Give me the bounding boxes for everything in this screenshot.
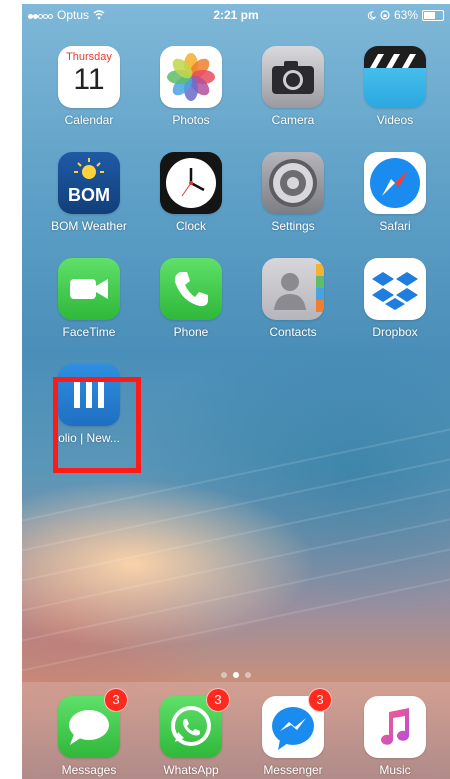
calendar-date: 11 xyxy=(73,63,105,96)
battery-icon xyxy=(422,9,444,21)
status-right: 63% xyxy=(367,8,444,22)
app-bom-weather[interactable]: BOM BOM Weather xyxy=(44,152,134,233)
app-label: Contacts xyxy=(269,325,317,339)
dropbox-icon xyxy=(364,258,426,320)
dock-app-messages[interactable]: 3 Messages xyxy=(44,688,134,777)
battery-percent: 63% xyxy=(393,8,418,22)
app-clock[interactable]: Clock xyxy=(146,152,236,233)
app-videos[interactable]: Videos xyxy=(350,46,440,127)
notification-badge: 3 xyxy=(104,688,128,712)
app-phone[interactable]: Phone xyxy=(146,258,236,339)
dock-app-whatsapp[interactable]: 3 WhatsApp xyxy=(146,688,236,777)
app-contacts[interactable]: Contacts xyxy=(248,258,338,339)
home-screen: Optus 2:21 pm 63% Thursday 11 Calendar P… xyxy=(22,4,450,779)
notification-badge: 3 xyxy=(308,688,332,712)
music-icon xyxy=(364,696,426,758)
page-dot-active xyxy=(233,672,239,678)
app-camera[interactable]: Camera xyxy=(248,46,338,127)
camera-icon xyxy=(262,46,324,108)
app-calendar[interactable]: Thursday 11 Calendar xyxy=(44,46,134,127)
app-label: Dropbox xyxy=(372,325,418,339)
app-label: FaceTime xyxy=(62,325,116,339)
contacts-icon xyxy=(262,258,324,320)
app-label: Settings xyxy=(271,219,315,233)
app-label: Safari xyxy=(379,219,411,233)
app-label: Photos xyxy=(172,113,210,127)
app-label: Camera xyxy=(271,113,315,127)
dock: 3 Messages 3 WhatsApp 3 Messenger Music xyxy=(22,682,450,779)
app-label: Messages xyxy=(61,763,117,777)
app-label: Phone xyxy=(173,325,209,339)
phone-icon xyxy=(160,258,222,320)
app-facetime[interactable]: FaceTime xyxy=(44,258,134,339)
page-dot xyxy=(245,672,251,678)
moon-icon xyxy=(367,10,376,20)
clock-icon xyxy=(160,152,222,214)
photos-icon xyxy=(160,46,222,108)
calendar-day: Thursday xyxy=(66,51,112,63)
app-label: BOM Weather xyxy=(51,219,127,233)
bom-icon-text: BOM xyxy=(68,185,110,205)
safari-compass-icon xyxy=(364,152,426,214)
app-label: Clock xyxy=(175,219,206,233)
rotation-lock-icon xyxy=(380,10,390,20)
dock-app-music[interactable]: Music xyxy=(350,696,440,777)
app-safari[interactable]: Safari xyxy=(350,152,440,233)
calendar-icon: Thursday 11 xyxy=(58,46,120,108)
app-label: WhatsApp xyxy=(163,763,219,777)
app-photos[interactable]: Photos xyxy=(146,46,236,127)
olio-icon xyxy=(58,364,120,426)
videos-icon xyxy=(364,46,426,108)
settings-gear-icon xyxy=(262,152,324,214)
facetime-icon xyxy=(58,258,120,320)
app-settings[interactable]: Settings xyxy=(248,152,338,233)
app-label: Messenger xyxy=(263,763,323,777)
bom-weather-icon: BOM xyxy=(58,152,120,214)
app-label: olio | New... xyxy=(58,431,120,445)
notification-badge: 3 xyxy=(206,688,230,712)
app-olio[interactable]: olio | New... xyxy=(44,364,134,445)
app-label: Videos xyxy=(376,113,414,127)
dock-app-messenger[interactable]: 3 Messenger xyxy=(248,688,338,777)
status-bar: Optus 2:21 pm 63% xyxy=(22,4,450,26)
page-dot xyxy=(221,672,227,678)
app-dropbox[interactable]: Dropbox xyxy=(350,258,440,339)
app-label: Music xyxy=(379,763,411,777)
battery-level xyxy=(424,11,435,19)
app-label: Calendar xyxy=(64,113,114,127)
page-indicator[interactable] xyxy=(22,672,450,678)
